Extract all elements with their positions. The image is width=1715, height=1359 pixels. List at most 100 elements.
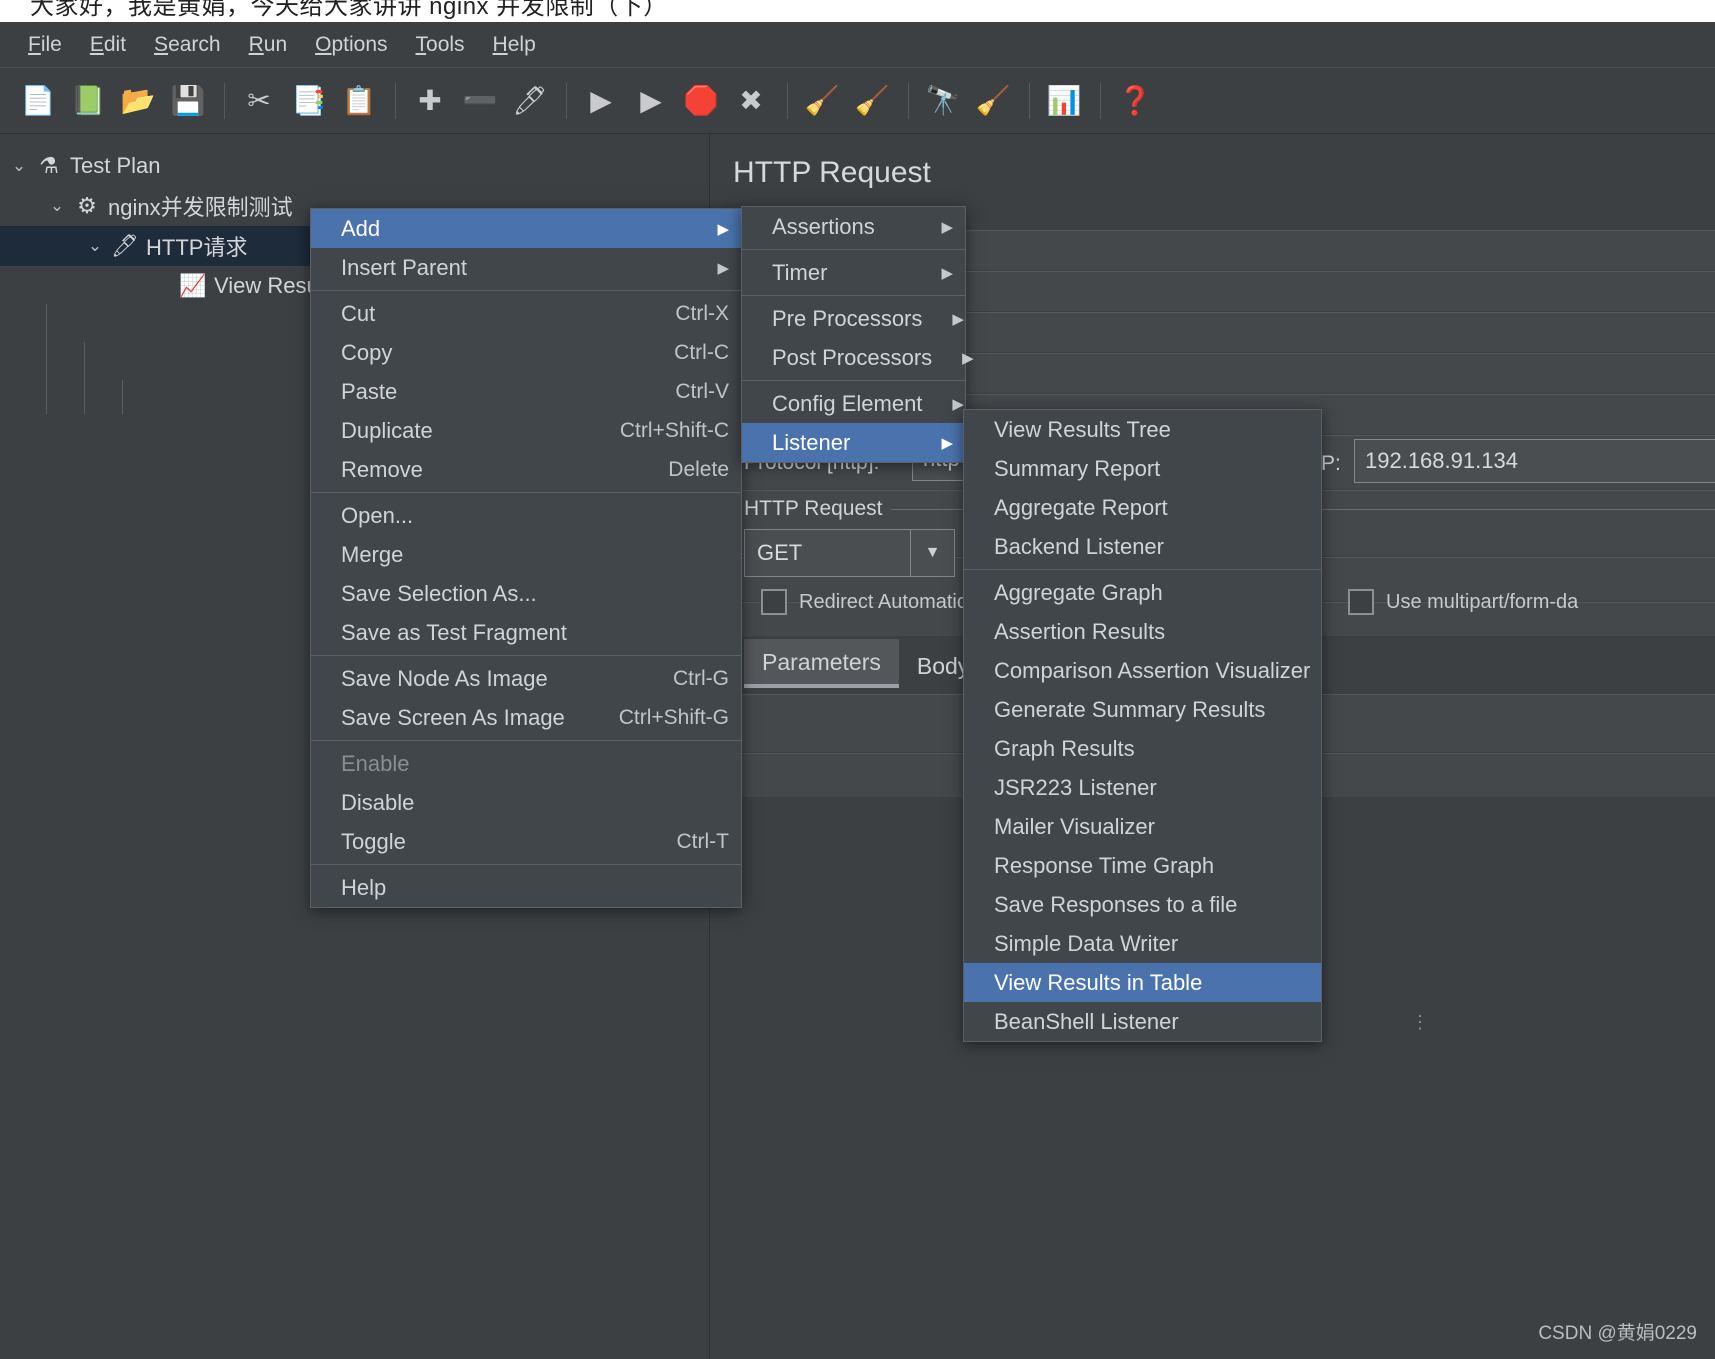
help-icon[interactable]: ❓ <box>1113 79 1157 123</box>
start-icon[interactable]: ▶ <box>579 79 623 123</box>
collapse-all-icon[interactable]: ➖ <box>458 79 502 123</box>
context-menu-item-insert-parent[interactable]: Insert Parent▶ <box>311 248 741 287</box>
cut-icon[interactable]: ✂ <box>237 79 281 123</box>
listener-menu-item-aggregate-report[interactable]: Aggregate Report <box>964 488 1321 527</box>
listener-menu-item-graph-results[interactable]: Graph Results <box>964 729 1321 768</box>
menubar-item-search[interactable]: Search <box>140 29 235 61</box>
reset-search-icon[interactable]: 🧹 <box>971 79 1015 123</box>
cut-icon-glyph: ✂ <box>247 87 270 115</box>
listener-menu-item-aggregate-graph[interactable]: Aggregate Graph <box>964 573 1321 612</box>
http-request-section-label: HTTP Request <box>744 497 883 521</box>
menubar-item-file[interactable]: File <box>14 29 76 61</box>
tree-node-0[interactable]: ⌄⚗Test Plan <box>0 146 709 186</box>
redirect-automatically-checkbox[interactable]: Redirect Automatical <box>761 589 982 615</box>
add-menu-item-pre-processors[interactable]: Pre Processors▶ <box>742 299 965 338</box>
context-menu-item-save-as-test-fragment[interactable]: Save as Test Fragment <box>311 613 741 652</box>
chevron-right-icon: ▶ <box>941 218 953 236</box>
menu-item-label: Response Time Graph <box>994 853 1309 879</box>
menubar-item-edit[interactable]: Edit <box>76 29 140 61</box>
context-menu-item-remove[interactable]: RemoveDelete <box>311 450 741 489</box>
context-menu-item-add[interactable]: Add▶ <box>311 209 741 248</box>
toolbar-separator <box>1029 83 1030 119</box>
context-menu-item-merge[interactable]: Merge <box>311 535 741 574</box>
add-menu-item-timer[interactable]: Timer▶ <box>742 253 965 292</box>
chevron-down-icon[interactable]: ⌄ <box>82 236 108 256</box>
templates-icon[interactable]: 📗 <box>66 79 110 123</box>
menubar-item-tools[interactable]: Tools <box>402 29 479 61</box>
add-menu-item-assertions[interactable]: Assertions ▶ <box>742 207 965 246</box>
menubar-item-run[interactable]: Run <box>235 29 302 61</box>
listener-menu-item-view-results-tree[interactable]: View Results Tree <box>964 410 1321 449</box>
context-menu-item-disable[interactable]: Disable <box>311 783 741 822</box>
expand-all-icon[interactable]: ✚ <box>408 79 452 123</box>
context-menu-item-paste[interactable]: PasteCtrl-V <box>311 372 741 411</box>
tab-parameters[interactable]: Parameters <box>744 639 899 688</box>
checkbox-box[interactable] <box>1348 589 1374 615</box>
listener-menu-item-assertion-results[interactable]: Assertion Results <box>964 612 1321 651</box>
listener-menu-item-generate-summary-results[interactable]: Generate Summary Results <box>964 690 1321 729</box>
listener-submenu[interactable]: View Results TreeSummary ReportAggregate… <box>963 409 1322 1042</box>
method-combo[interactable]: GET ▼ <box>744 529 955 577</box>
window-title: 大家好，我是黄娟，今天给大家讲讲 nginx 并发限制（下） <box>30 0 668 21</box>
menu-item-label: Assertions <box>772 214 911 240</box>
use-multipart-checkbox[interactable]: Use multipart/form-da <box>1348 589 1578 615</box>
menu-item-label: JSR223 Listener <box>994 775 1309 801</box>
function-helper-icon[interactable]: 📊 <box>1042 79 1086 123</box>
listener-menu-item-simple-data-writer[interactable]: Simple Data Writer <box>964 924 1321 963</box>
menubar-item-help[interactable]: Help <box>479 29 550 61</box>
paste-icon[interactable]: 📋 <box>337 79 381 123</box>
start-no-pauses-icon[interactable]: ▶ <box>629 79 673 123</box>
shutdown-icon-glyph: ✖ <box>739 87 762 115</box>
tree-guide-line <box>122 380 123 414</box>
context-menu-item-save-node-as-image[interactable]: Save Node As ImageCtrl-G <box>311 659 741 698</box>
toggle-icon[interactable]: 🖊 <box>508 79 552 123</box>
add-submenu[interactable]: Assertions ▶ Timer▶ Pre Processors▶Post Pro… <box>741 206 966 463</box>
split-handle[interactable]: ⋮ <box>1411 1019 1429 1026</box>
new-icon[interactable]: 📄 <box>16 79 60 123</box>
clear-icon[interactable]: 🧹 <box>800 79 844 123</box>
http-sampler-icon: 🖊 <box>108 233 142 259</box>
context-menu-item-copy[interactable]: CopyCtrl-C <box>311 333 741 372</box>
listener-menu-item-view-results-in-table[interactable]: View Results in Table <box>964 963 1321 1002</box>
context-menu-item-separator <box>311 492 741 493</box>
menu-item-label: Merge <box>341 542 729 568</box>
listener-menu-item-summary-report[interactable]: Summary Report <box>964 449 1321 488</box>
listener-menu-item-comparison-assertion-visualizer[interactable]: Comparison Assertion Visualizer <box>964 651 1321 690</box>
start-icon-glyph: ▶ <box>590 87 612 115</box>
listener-menu-item-jsr223-listener[interactable]: JSR223 Listener <box>964 768 1321 807</box>
context-menu-item-toggle[interactable]: ToggleCtrl-T <box>311 822 741 861</box>
listener-menu-item-beanshell-listener[interactable]: BeanShell Listener <box>964 1002 1321 1041</box>
context-menu-item-duplicate[interactable]: DuplicateCtrl+Shift-C <box>311 411 741 450</box>
listener-menu-item-mailer-visualizer[interactable]: Mailer Visualizer <box>964 807 1321 846</box>
menu-item-label: Aggregate Graph <box>994 580 1309 606</box>
shutdown-icon[interactable]: ✖ <box>729 79 773 123</box>
context-menu-item-save-selection-as[interactable]: Save Selection As... <box>311 574 741 613</box>
checkbox-box[interactable] <box>761 589 787 615</box>
clear-all-icon-glyph: 🧹 <box>855 87 890 115</box>
listener-menu-item-save-responses-to-a-file[interactable]: Save Responses to a file <box>964 885 1321 924</box>
tree-context-menu[interactable]: Add▶Insert Parent▶ CutCtrl-XCopyCtrl-CPas… <box>310 208 742 908</box>
search-icon[interactable]: 🔭 <box>921 79 965 123</box>
context-menu-item-help[interactable]: Help <box>311 868 741 907</box>
chevron-down-icon[interactable]: ⌄ <box>6 156 32 176</box>
add-menu-item-config-element[interactable]: Config Element▶ <box>742 384 965 423</box>
server-ip-field[interactable]: 192.168.91.134 <box>1354 439 1715 483</box>
search-icon-glyph: 🔭 <box>926 87 961 115</box>
listener-menu-item-response-time-graph[interactable]: Response Time Graph <box>964 846 1321 885</box>
menu-item-label: Config Element <box>772 391 922 417</box>
listener-menu-item-backend-listener[interactable]: Backend Listener <box>964 527 1321 566</box>
add-menu-item-post-processors[interactable]: Post Processors▶ <box>742 338 965 377</box>
chevron-down-icon[interactable]: ⌄ <box>44 196 70 216</box>
context-menu-item-save-screen-as-image[interactable]: Save Screen As ImageCtrl+Shift-G <box>311 698 741 737</box>
menu-item-label: Comparison Assertion Visualizer <box>994 658 1310 684</box>
stop-icon[interactable]: 🛑 <box>679 79 723 123</box>
menubar-item-options[interactable]: Options <box>301 29 401 61</box>
open-icon[interactable]: 📂 <box>116 79 160 123</box>
save-icon[interactable]: 💾 <box>166 79 210 123</box>
chevron-down-icon[interactable]: ▼ <box>910 530 954 576</box>
copy-icon[interactable]: 📑 <box>287 79 331 123</box>
add-menu-item-listener[interactable]: Listener▶ <box>742 423 965 462</box>
context-menu-item-open[interactable]: Open... <box>311 496 741 535</box>
clear-all-icon[interactable]: 🧹 <box>850 79 894 123</box>
context-menu-item-cut[interactable]: CutCtrl-X <box>311 294 741 333</box>
